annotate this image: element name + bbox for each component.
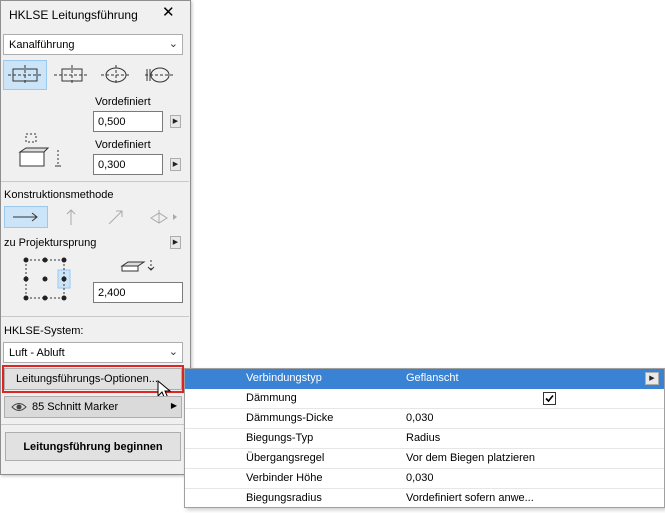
table-row[interactable]: Übergangsregel Vor dem Biegen platzieren [185,449,664,469]
option-value: 0,030 [406,412,434,424]
option-key: Übergangsregel [246,452,325,464]
option-value: Geflanscht [406,372,459,384]
width-label: Vordefiniert [95,96,151,108]
elevation-icon [120,258,156,277]
divider [1,316,189,317]
offset-value: 2,400 [98,287,126,299]
width-value: 0,500 [98,116,126,128]
arrow-3d-icon[interactable] [144,206,180,228]
width-field[interactable]: 0,500 [93,111,163,132]
option-value: Vordefiniert sofern anwe... [406,492,534,504]
option-key: Dämmung [246,392,297,404]
option-value: 0,030 [406,472,434,484]
height-value: 0,300 [98,159,126,171]
construction-method-label: Konstruktionsmethode [4,189,114,201]
eye-icon[interactable] [11,400,27,417]
arrow-up-icon[interactable] [58,206,84,228]
palette-title: HKLSE Leitungsführung [9,8,138,22]
option-key: Verbinder Höhe [246,472,323,484]
table-row[interactable]: Verbinder Höhe 0,030 [185,469,664,489]
height-field[interactable]: 0,300 [93,154,163,175]
project-origin-label: zu Projektursprung [4,237,97,249]
arrow-diagonal-icon[interactable] [103,206,129,228]
system-value: Luft - Abluft [9,347,65,359]
divider [1,424,189,425]
begin-routing-label: Leitungsführung beginnen [23,441,163,453]
duct-oval-icon[interactable] [96,60,136,90]
insulation-checkbox[interactable] [543,392,556,405]
option-key: Biegungsradius [246,492,322,504]
anchor-point-grid[interactable] [20,256,72,307]
chevron-right-icon: ▶ [170,401,177,410]
origin-menu-arrow-icon[interactable]: ▶ [170,236,181,249]
routing-type-value: Kanalführung [9,39,75,51]
close-icon[interactable]: ✕ [162,5,175,20]
option-key: Dämmungs-Dicke [246,412,334,424]
table-row[interactable]: Biegungsradius Vordefiniert sofern anwe.… [185,489,664,509]
marker-row[interactable]: 85 Schnitt Marker ▶ [4,396,182,418]
system-label: HKLSE-System: [4,325,84,337]
table-row[interactable]: Biegungs-Typ Radius [185,429,664,449]
arrow-right-icon[interactable] [4,206,48,228]
table-row[interactable]: Verbindungstyp Geflanscht ▶ [185,369,664,389]
duct-rect-icon[interactable] [3,60,47,90]
routing-type-dropdown[interactable]: Kanalführung ⌄ [3,34,183,55]
table-row[interactable]: Dämmung [185,389,664,409]
duct-round-icon[interactable] [51,60,91,90]
width-menu-arrow-icon[interactable]: ▶ [170,115,181,128]
option-key: Verbindungstyp [246,372,322,384]
duct-section-icon [18,130,66,175]
chevron-down-icon: ⌄ [168,38,178,50]
option-value: Radius [406,432,441,444]
offset-field[interactable]: 2,400 [93,282,183,303]
begin-routing-button[interactable]: Leitungsführung beginnen [5,432,181,461]
height-label: Vordefiniert [95,139,151,151]
marker-label: 85 Schnitt Marker [32,401,119,413]
option-value: Vor dem Biegen platzieren [406,452,536,464]
system-dropdown[interactable]: Luft - Abluft ⌄ [3,342,183,363]
duct-flex-icon[interactable] [140,60,180,90]
divider [1,181,189,182]
option-key: Biegungs-Typ [246,432,314,444]
height-menu-arrow-icon[interactable]: ▶ [170,158,181,171]
table-row[interactable]: Dämmungs-Dicke 0,030 [185,409,664,429]
chevron-down-icon: ⌄ [168,346,178,358]
row-menu-arrow-icon[interactable]: ▶ [645,372,659,385]
routing-options-panel: Verbindungstyp Geflanscht ▶ Dämmung Dämm… [184,368,665,508]
